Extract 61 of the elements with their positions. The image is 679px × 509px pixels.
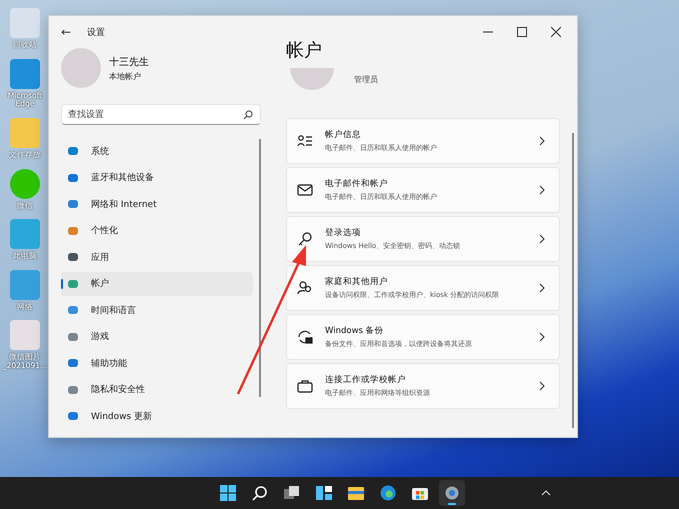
- nav-item[interactable]: 应用: [61, 245, 253, 269]
- nav-icon: [67, 330, 79, 342]
- nav-icon: [67, 251, 79, 263]
- store-bag-icon: [412, 485, 428, 501]
- chevron-icon: [539, 332, 545, 342]
- search-icon: [252, 485, 268, 501]
- chevron-icon: [539, 234, 545, 244]
- window-title: 设置: [87, 26, 106, 38]
- windows-logo-icon: [220, 485, 236, 501]
- nav-item[interactable]: 帐户: [61, 272, 253, 296]
- nav-item[interactable]: 时间和语言: [61, 298, 253, 322]
- close-icon[interactable]: [551, 27, 561, 37]
- widgets-icon: [316, 485, 332, 501]
- nav-icon: [67, 224, 79, 236]
- nav-icon: [67, 384, 79, 396]
- nav-item[interactable]: 蓝牙和其他设备: [61, 166, 253, 190]
- page-title: 帐户: [286, 39, 323, 63]
- chevron-up-icon[interactable]: [541, 490, 551, 496]
- folder-icon: [348, 485, 364, 501]
- people-icon: [297, 280, 313, 296]
- card-title: 家庭和其他用户: [325, 276, 389, 288]
- chevron-icon: [539, 185, 545, 195]
- chevron-icon: [539, 283, 545, 293]
- nav-item[interactable]: 网络和 Internet: [61, 192, 253, 216]
- account-role: 管理员: [354, 74, 378, 84]
- profile-name: 十三先生: [109, 56, 149, 68]
- nav-icon: [67, 304, 79, 316]
- card-title: 连接工作或学校帐户: [325, 374, 407, 386]
- nav-item[interactable]: Windows 更新: [61, 404, 253, 428]
- maximize-icon[interactable]: [517, 27, 527, 37]
- card-title: Windows 备份: [325, 325, 385, 337]
- nav-item[interactable]: 系统: [61, 139, 253, 163]
- nav-item[interactable]: 个性化: [61, 218, 253, 242]
- key-icon: [297, 231, 313, 247]
- task-view-icon: [284, 485, 300, 501]
- back-button[interactable]: ←: [61, 25, 72, 39]
- settings-app-button[interactable]: [438, 480, 464, 506]
- avatar-placeholder: [61, 48, 101, 88]
- card-title: 登录选项: [325, 227, 362, 239]
- nav-item[interactable]: 隐私和安全性: [61, 378, 253, 402]
- chevron-icon: [539, 136, 545, 146]
- account-type: 本地帐户: [109, 70, 142, 82]
- person-list-icon: [297, 133, 313, 149]
- nav-icon: [67, 198, 79, 210]
- briefcase-icon: [297, 378, 313, 394]
- avatar-placeholder: [290, 68, 334, 90]
- nav-icon: [67, 410, 79, 422]
- card-title: 电子邮件和帐户: [325, 178, 389, 190]
- envelope-icon: [297, 182, 313, 198]
- nav-icon: [67, 357, 79, 369]
- nav-item[interactable]: 游戏: [61, 324, 253, 348]
- search-field[interactable]: 查找设置: [61, 104, 261, 125]
- nav-icon: [67, 145, 79, 157]
- sync-icon: [297, 329, 313, 345]
- chevron-icon: [539, 381, 545, 391]
- nav-item[interactable]: 辅助功能: [61, 351, 253, 375]
- nav-icon: [67, 172, 79, 184]
- gear-icon: [444, 485, 460, 501]
- card-title: 帐户信息: [325, 129, 362, 141]
- nav-icon: [67, 278, 79, 290]
- search-icon: [243, 110, 253, 120]
